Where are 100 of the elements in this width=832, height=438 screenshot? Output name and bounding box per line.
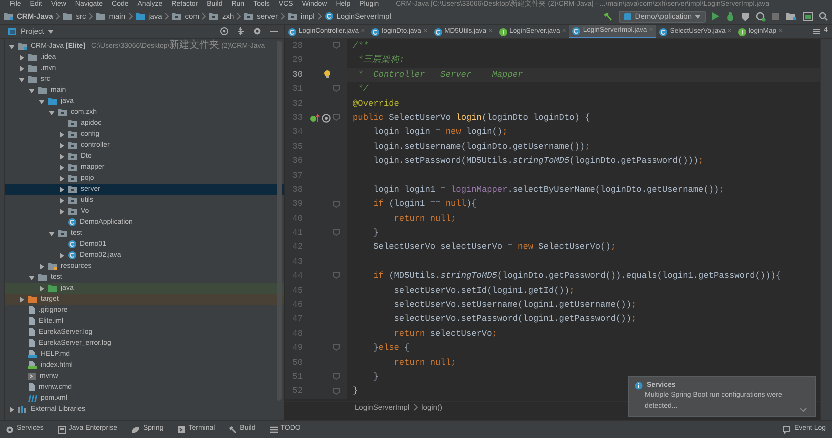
chevron-down-icon[interactable] — [800, 408, 807, 412]
hammer-icon — [229, 426, 238, 434]
code-line: *三层架构: — [357, 54, 404, 68]
collapse-arrow-icon[interactable] — [59, 164, 65, 170]
expand-arrow-icon[interactable] — [29, 274, 35, 280]
chevron-icon — [165, 13, 170, 20]
fold-marker-icon[interactable] — [333, 229, 340, 236]
expand-arrow-icon[interactable] — [39, 98, 45, 104]
implements-icon[interactable] — [310, 114, 320, 123]
lightbulb-icon[interactable] — [324, 70, 331, 80]
profiler-icon[interactable] — [756, 12, 766, 22]
code-line: if (MD5Utils.stringToMD5(loginDto.getPassword()).equals(login1.getPassword())){ — [372, 270, 782, 284]
collapse-arrow-icon[interactable] — [19, 66, 25, 72]
package-icon — [68, 196, 78, 205]
fold-marker-icon[interactable] — [333, 272, 340, 280]
package-icon — [58, 108, 68, 117]
code-line: */ — [357, 83, 368, 96]
code-line: } — [352, 385, 358, 398]
code-line: } — [372, 227, 379, 240]
resources-folder-icon — [48, 262, 58, 271]
tab-list-icon[interactable] — [813, 28, 820, 34]
search-icon[interactable] — [819, 12, 828, 21]
fold-marker-icon[interactable] — [333, 373, 340, 380]
package-icon — [58, 229, 68, 238]
chevron-icon — [237, 13, 242, 20]
layout-icon[interactable] — [803, 12, 813, 21]
class-icon — [68, 251, 77, 260]
html-file-icon — [28, 361, 38, 370]
class-icon — [371, 28, 380, 36]
markdown-file-icon — [28, 350, 38, 359]
collapse-arrow-icon[interactable] — [19, 296, 25, 302]
collapse-icon[interactable] — [237, 27, 245, 36]
expand-arrow-icon[interactable] — [9, 44, 15, 50]
collapse-arrow-icon[interactable] — [59, 176, 65, 182]
chevron-icon — [318, 13, 322, 20]
fold-marker-icon[interactable] — [333, 344, 340, 352]
class-icon — [288, 28, 297, 36]
package-icon — [288, 12, 298, 21]
interface-icon — [498, 28, 508, 36]
collapse-arrow-icon[interactable] — [59, 186, 65, 192]
code-line: /** — [352, 40, 368, 53]
hammer-icon[interactable] — [603, 12, 614, 22]
code-line: login login1 = loginMapper.selectByUserName(loginDto.getUsername()); — [372, 184, 724, 197]
code-line: login.setPassword(MD5Utils.stringToMD5(loginDto.getPassword())); — [372, 155, 704, 168]
locate-icon[interactable] — [220, 27, 229, 36]
collapse-arrow-icon[interactable] — [59, 252, 65, 258]
window-icon — [58, 426, 66, 434]
collapse-arrow-icon[interactable] — [59, 198, 65, 204]
expand-arrow-icon[interactable] — [19, 76, 25, 82]
collapse-arrow-icon[interactable] — [59, 142, 65, 148]
shield-icon[interactable] — [741, 12, 750, 22]
code-line: if (login1 == null){ — [372, 198, 477, 212]
code-line: return null; — [393, 212, 456, 226]
chevron-icon — [202, 13, 206, 20]
fold-marker-icon[interactable] — [333, 200, 340, 208]
annotation-icon[interactable] — [322, 114, 331, 123]
class-icon — [68, 240, 77, 249]
minimize-icon[interactable] — [270, 30, 278, 33]
code-line: * Controller Server Mapper — [357, 68, 524, 82]
code-line: public SelectUserVo login(loginDto loginDto) { — [352, 112, 590, 125]
code-line: selectUserVo.setUsername(login1.getUsername()); — [393, 299, 637, 312]
fold-marker-icon[interactable] — [333, 42, 340, 50]
collapse-arrow-icon[interactable] — [19, 54, 25, 60]
collapse-arrow-icon[interactable] — [59, 132, 65, 138]
collapse-arrow-icon[interactable] — [39, 264, 45, 270]
speech-bubble-icon — [783, 426, 792, 434]
bug-icon[interactable] — [726, 12, 735, 22]
package-icon — [68, 163, 78, 172]
caret-icon[interactable] — [48, 30, 54, 34]
run-icon[interactable] — [712, 12, 720, 21]
class-icon — [68, 218, 77, 227]
chevron-icon — [414, 404, 418, 411]
expand-arrow-icon[interactable] — [29, 88, 35, 94]
package-icon — [172, 12, 182, 21]
collapse-arrow-icon[interactable] — [59, 208, 65, 214]
chevron-icon — [56, 13, 60, 20]
fold-marker-icon[interactable] — [333, 388, 340, 395]
package-icon — [68, 119, 78, 128]
fold-marker-icon[interactable] — [333, 85, 340, 92]
leaf-icon — [131, 426, 140, 434]
caret-icon — [695, 14, 701, 18]
folder-icon[interactable] — [786, 12, 797, 21]
settings-icon[interactable] — [253, 27, 262, 36]
class-icon — [434, 28, 443, 36]
collapse-arrow-icon[interactable] — [39, 286, 45, 292]
collapse-arrow-icon[interactable] — [9, 406, 15, 412]
collapse-arrow-icon[interactable] — [59, 154, 65, 160]
expand-arrow-icon[interactable] — [49, 230, 55, 236]
code-line: login.setUsername(loginDto.getUsername()); — [372, 140, 590, 154]
package-icon — [68, 141, 78, 150]
fold-marker-icon[interactable] — [333, 114, 340, 122]
code-line: selectUserVo.setId(login1.getId()); — [393, 284, 575, 298]
folder-icon — [96, 12, 106, 21]
code-line: } — [372, 370, 379, 384]
code-line: return null; — [393, 356, 456, 370]
package-icon — [68, 130, 78, 139]
expand-arrow-icon[interactable] — [49, 110, 55, 116]
gear-icon — [6, 426, 14, 434]
code-line: return selectUserVo; — [393, 328, 498, 341]
interface-icon — [738, 28, 747, 36]
